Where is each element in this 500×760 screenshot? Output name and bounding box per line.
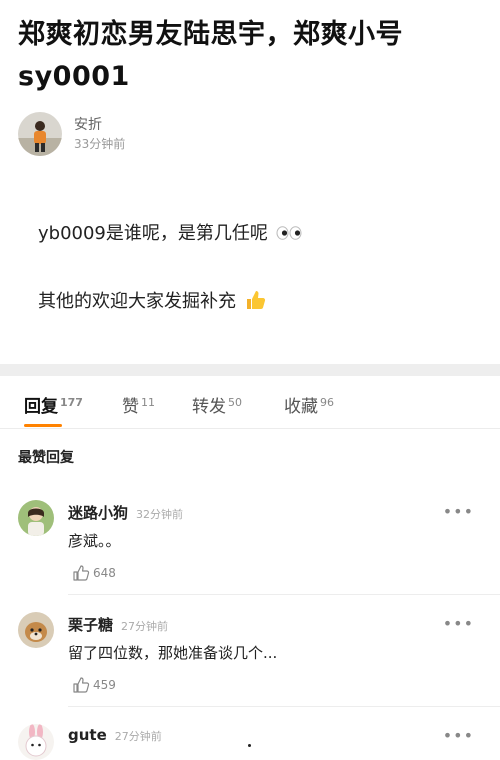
commenter-name[interactable]: gute 27分钟前 [68, 726, 162, 744]
tab-reposts[interactable]: 转发 50 [192, 392, 242, 417]
tab-replies-label: 回复 [24, 397, 58, 417]
comment-text: 留了四位数，那她准备谈几个... [68, 644, 278, 662]
comment-tabs: 回复 177 赞 11 转发 50 收藏 96 [0, 378, 500, 429]
commenter-name-text[interactable]: 栗子糖 [68, 616, 113, 634]
tab-likes-label: 赞 [122, 397, 139, 417]
more-options-button[interactable]: ••• [443, 502, 474, 521]
commenter-name[interactable]: 迷路小狗 32分钟前 [68, 502, 183, 523]
comment-time: 32分钟前 [136, 508, 184, 521]
commenter-avatar[interactable] [18, 500, 54, 536]
like-count: 459 [93, 678, 116, 692]
thumbs-up-emoji-icon [244, 289, 266, 316]
tab-replies-count: 177 [60, 396, 83, 409]
tab-reposts-label: 转发 [192, 397, 226, 417]
like-button[interactable]: 459 [72, 676, 116, 694]
commenter-avatar[interactable] [18, 724, 54, 760]
active-tab-indicator [24, 424, 62, 427]
author-avatar[interactable] [18, 112, 62, 156]
post-time: 33分钟前 [74, 137, 126, 151]
section-title: 最赞回复 [18, 450, 74, 466]
comment-time: 27分钟前 [114, 730, 162, 743]
like-count: 648 [93, 566, 116, 580]
tab-replies[interactable]: 回复 177 [24, 392, 83, 417]
tab-likes[interactable]: 赞 11 [122, 392, 155, 417]
comment-divider [68, 594, 500, 595]
post-author[interactable]: 安折 33分钟前 [18, 112, 125, 156]
tab-favorites-label: 收藏 [284, 397, 318, 417]
thumbs-up-icon [73, 677, 90, 693]
tab-reposts-count: 50 [228, 396, 242, 409]
post-line-1: yb0009是谁呢，是第几任呢 [38, 219, 302, 245]
comment-time: 27分钟前 [121, 620, 169, 633]
author-name[interactable]: 安折 [74, 115, 125, 135]
tab-favorites-count: 96 [320, 396, 334, 409]
comment-text: 彦斌。。 [68, 532, 121, 550]
more-options-button[interactable]: ••• [443, 614, 474, 633]
post-line-1-text: yb0009是谁呢，是第几任呢 [38, 223, 268, 244]
thumbs-up-icon [73, 565, 90, 581]
post-line-2-text: 其他的欢迎大家发掘补充 [38, 291, 236, 312]
commenter-avatar[interactable] [18, 612, 54, 648]
commenter-name-text[interactable]: gute [68, 726, 107, 744]
commenter-name-text[interactable]: 迷路小狗 [68, 504, 128, 522]
section-separator [0, 364, 500, 376]
eyes-emoji-icon [276, 224, 302, 245]
comment-divider [68, 706, 500, 707]
tab-favorites[interactable]: 收藏 96 [284, 392, 334, 417]
stray-dot [248, 744, 251, 747]
commenter-name[interactable]: 栗子糖 27分钟前 [68, 614, 168, 635]
post-line-2: 其他的欢迎大家发掘补充 [38, 287, 266, 316]
tab-likes-count: 11 [141, 396, 155, 409]
more-options-button[interactable]: ••• [443, 726, 474, 745]
like-button[interactable]: 648 [72, 564, 116, 582]
post-title: 郑爽初恋男友陆思宇，郑爽小号sy0001 [18, 19, 403, 92]
